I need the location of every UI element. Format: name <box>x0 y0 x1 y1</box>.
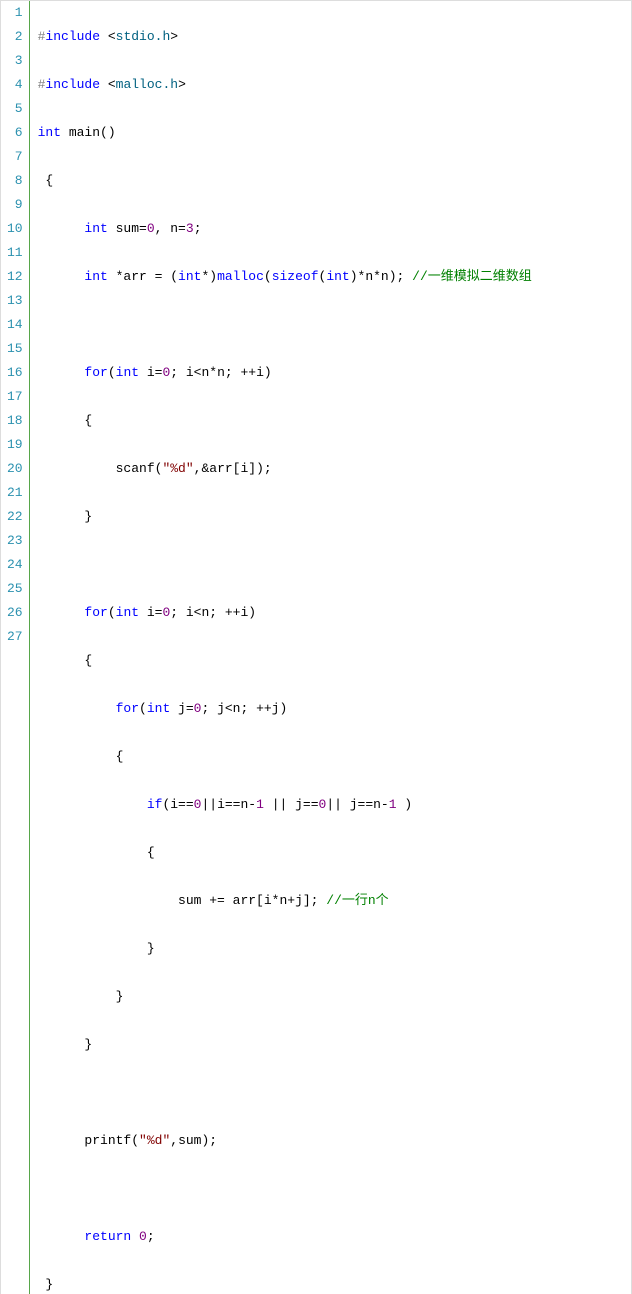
line-number: 16 <box>7 361 23 385</box>
fn-main: main <box>69 125 100 140</box>
code-editor: 1 2 3 4 5 6 7 8 9 10 11 12 13 14 15 16 1… <box>0 0 632 1294</box>
header-name: stdio.h <box>116 29 171 44</box>
fn-malloc: malloc <box>217 269 264 284</box>
line-number: 22 <box>7 505 23 529</box>
header-name: malloc.h <box>116 77 178 92</box>
code-line <box>38 1081 631 1105</box>
line-number: 7 <box>7 145 23 169</box>
kw-for: for <box>116 701 139 716</box>
code-line: printf("%d",sum); <box>38 1129 631 1153</box>
line-number: 21 <box>7 481 23 505</box>
code-line: } <box>38 985 631 1009</box>
line-number: 3 <box>7 49 23 73</box>
code-line: #include <malloc.h> <box>38 73 631 97</box>
fn-scanf: scanf <box>116 461 155 476</box>
code-line: } <box>38 1273 631 1294</box>
line-number: 9 <box>7 193 23 217</box>
kw-int: int <box>178 269 201 284</box>
code-line <box>38 1177 631 1201</box>
line-number: 6 <box>7 121 23 145</box>
string-literal: "%d" <box>162 461 193 476</box>
line-number: 4 <box>7 73 23 97</box>
fn-printf: printf <box>84 1133 131 1148</box>
line-number: 26 <box>7 601 23 625</box>
kw-int: int <box>116 365 139 380</box>
code-line: int *arr = (int*)malloc(sizeof(int)*n*n)… <box>38 265 631 289</box>
code-line: return 0; <box>38 1225 631 1249</box>
angle-close: > <box>178 77 186 92</box>
code-line <box>38 313 631 337</box>
code-area: #include <stdio.h> #include <malloc.h> i… <box>30 1 631 1294</box>
code-line: { <box>38 745 631 769</box>
number: 0 <box>147 221 155 236</box>
number: 1 <box>389 797 397 812</box>
number: 0 <box>194 797 202 812</box>
angle-open: < <box>100 77 116 92</box>
comment: //一维模拟二维数组 <box>412 269 532 284</box>
code-line: int main() <box>38 121 631 145</box>
line-number: 23 <box>7 529 23 553</box>
line-number: 24 <box>7 553 23 577</box>
line-number: 10 <box>7 217 23 241</box>
code-line: { <box>38 409 631 433</box>
code-line: for(int i=0; i<n*n; ++i) <box>38 361 631 385</box>
line-number: 20 <box>7 457 23 481</box>
kw-sizeof: sizeof <box>272 269 319 284</box>
kw-include: include <box>45 77 100 92</box>
kw-return: return <box>84 1229 131 1244</box>
kw-for: for <box>84 605 107 620</box>
kw-for: for <box>84 365 107 380</box>
number: 3 <box>186 221 194 236</box>
kw-int: int <box>84 221 107 236</box>
code-line: #include <stdio.h> <box>38 25 631 49</box>
line-number: 13 <box>7 289 23 313</box>
code-line: } <box>38 1033 631 1057</box>
code-line: for(int j=0; j<n; ++j) <box>38 697 631 721</box>
code-line: for(int i=0; i<n; ++i) <box>38 601 631 625</box>
line-number: 18 <box>7 409 23 433</box>
string-literal: "%d" <box>139 1133 170 1148</box>
line-number: 5 <box>7 97 23 121</box>
line-number: 11 <box>7 241 23 265</box>
line-number: 25 <box>7 577 23 601</box>
code-line: } <box>38 937 631 961</box>
kw-include: include <box>45 29 100 44</box>
line-number: 12 <box>7 265 23 289</box>
code-line: { <box>38 841 631 865</box>
line-number: 15 <box>7 337 23 361</box>
line-number: 27 <box>7 625 23 649</box>
kw-int: int <box>38 125 61 140</box>
angle-close: > <box>170 29 178 44</box>
kw-if: if <box>147 797 163 812</box>
number: 0 <box>319 797 327 812</box>
code-line: sum += arr[i*n+j]; //一行n个 <box>38 889 631 913</box>
code-line: { <box>38 649 631 673</box>
code-line: { <box>38 169 631 193</box>
line-number: 8 <box>7 169 23 193</box>
code-line <box>38 553 631 577</box>
code-line: } <box>38 505 631 529</box>
angle-open: < <box>100 29 116 44</box>
line-number: 17 <box>7 385 23 409</box>
number: 1 <box>256 797 264 812</box>
code-line: int sum=0, n=3; <box>38 217 631 241</box>
line-number: 19 <box>7 433 23 457</box>
code-line: if(i==0||i==n-1 || j==0|| j==n-1 ) <box>38 793 631 817</box>
kw-int: int <box>147 701 170 716</box>
comment: //一行n个 <box>326 893 388 908</box>
line-number: 14 <box>7 313 23 337</box>
kw-int: int <box>326 269 349 284</box>
line-number: 2 <box>7 25 23 49</box>
line-number: 1 <box>7 1 23 25</box>
kw-int: int <box>84 269 107 284</box>
line-number-gutter: 1 2 3 4 5 6 7 8 9 10 11 12 13 14 15 16 1… <box>1 1 30 1294</box>
code-line: scanf("%d",&arr[i]); <box>38 457 631 481</box>
number: 0 <box>194 701 202 716</box>
kw-int: int <box>116 605 139 620</box>
number: 0 <box>139 1229 147 1244</box>
